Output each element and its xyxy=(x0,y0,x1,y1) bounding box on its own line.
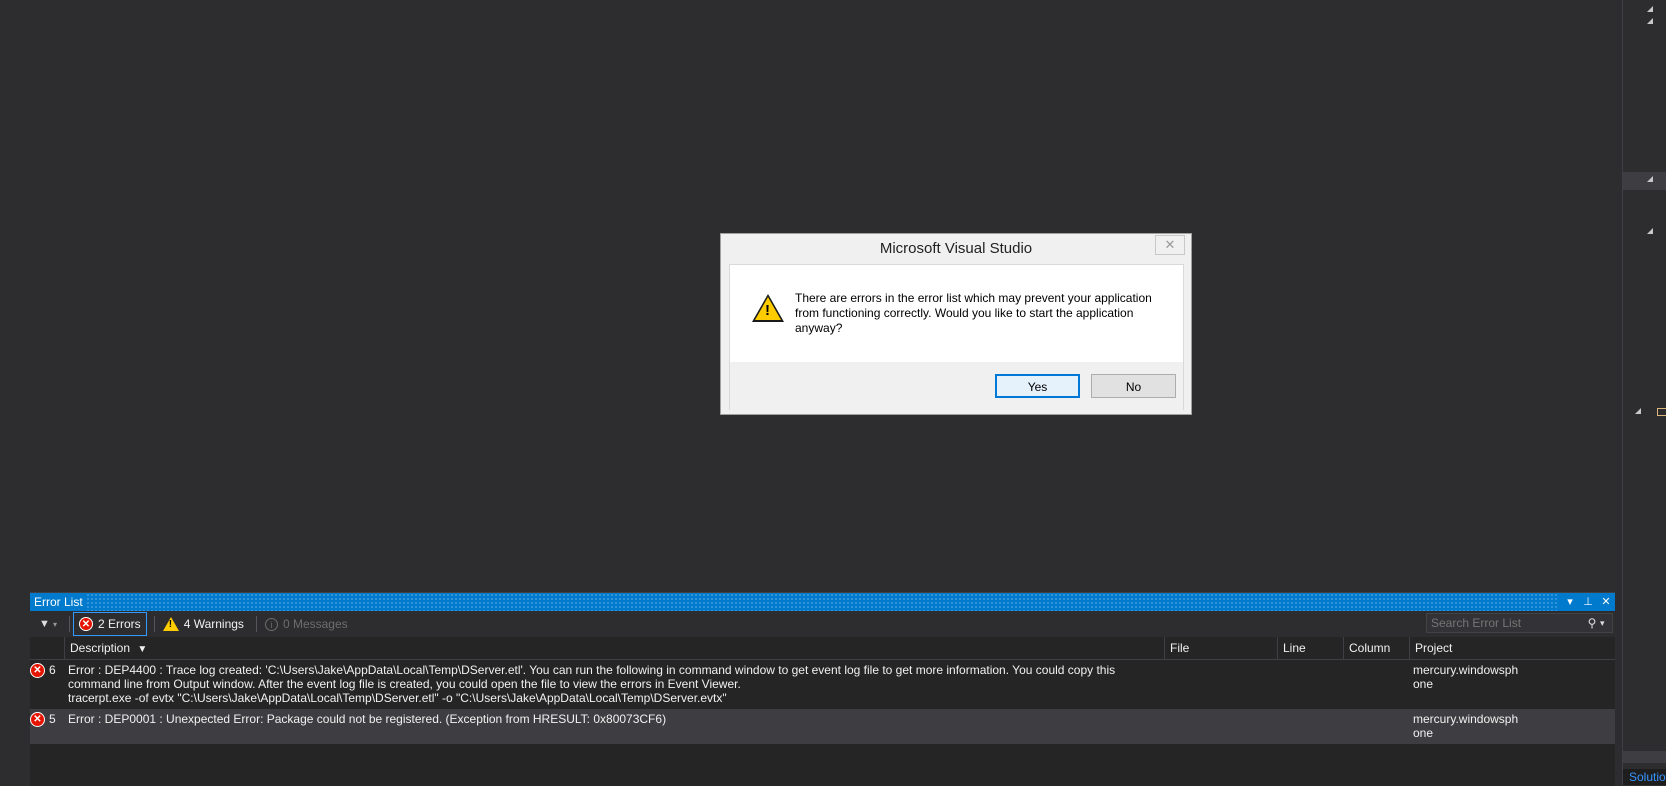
close-button[interactable]: ✕ xyxy=(1155,235,1185,255)
table-header: Description ▼ File Line Column Project xyxy=(30,637,1615,660)
close-icon[interactable]: ✕ xyxy=(1599,593,1613,611)
solution-explorer-edge: Solutio xyxy=(1622,0,1666,785)
chevron-down-icon: ▾ xyxy=(52,619,57,629)
header-icon-column xyxy=(30,637,64,659)
row-project: mercury.windowsphone xyxy=(1413,712,1519,740)
row-number: 6 xyxy=(49,663,56,677)
warnings-count-label: 4 Warnings xyxy=(183,617,244,631)
filter-button[interactable]: ▼ ▾ xyxy=(30,613,66,635)
panel-title: Error List xyxy=(30,593,87,611)
collapse-arrow-icon[interactable] xyxy=(1647,6,1653,12)
error-icon: ✕ xyxy=(30,712,45,727)
message-dialog: Microsoft Visual Studio ✕ ! There are er… xyxy=(720,233,1192,415)
row-column xyxy=(1343,709,1409,744)
column-header-description[interactable]: Description ▼ xyxy=(64,637,1164,659)
info-icon: i xyxy=(264,617,278,631)
row-project: mercury.windowsphone xyxy=(1413,663,1519,691)
warnings-filter-button[interactable]: 4 Warnings xyxy=(158,613,249,635)
row-line xyxy=(1277,660,1343,709)
column-header-file[interactable]: File xyxy=(1164,637,1277,659)
error-list-panel: Error List ▾ ⊥ ✕ ▼▾ ✕ 2 Errors 4 Warning… xyxy=(30,592,1615,786)
selected-tree-row[interactable] xyxy=(1623,172,1666,190)
column-header-project[interactable]: Project xyxy=(1409,637,1615,659)
filter-icon: ▼ xyxy=(39,618,50,630)
collapse-arrow-icon[interactable] xyxy=(1647,176,1653,182)
error-list-title-bar[interactable]: Error List ▾ ⊥ ✕ xyxy=(30,593,1615,611)
chevron-down-icon[interactable]: ▾ xyxy=(1600,618,1612,629)
warning-icon xyxy=(162,617,179,631)
no-button[interactable]: No xyxy=(1091,374,1176,398)
row-description: Error : DEP4400 : Trace log created: 'C:… xyxy=(68,663,1116,705)
separator xyxy=(69,616,70,632)
folder-icon xyxy=(1657,408,1666,416)
row-column xyxy=(1343,660,1409,709)
collapse-arrow-icon[interactable] xyxy=(1635,408,1641,414)
messages-filter-button[interactable]: i 0 Messages xyxy=(260,613,353,635)
collapse-arrow-icon[interactable] xyxy=(1647,228,1653,234)
errors-count-label: 2 Errors xyxy=(98,617,141,631)
horizontal-scrollbar[interactable] xyxy=(1623,751,1666,763)
search-error-list[interactable]: ⚲ ▾ xyxy=(1426,613,1613,633)
table-row[interactable]: ✕ 5 Error : DEP0001 : Unexpected Error: … xyxy=(30,709,1615,744)
search-icon[interactable]: ⚲ xyxy=(1584,616,1600,630)
search-input[interactable] xyxy=(1427,615,1584,631)
dropdown-icon[interactable]: ▾ xyxy=(1563,593,1577,611)
separator xyxy=(255,616,257,632)
dialog-message: There are errors in the error list which… xyxy=(795,291,1152,335)
error-icon: ✕ xyxy=(30,663,45,678)
table-row[interactable]: ✕ 6 Error : DEP4400 : Trace log created:… xyxy=(30,660,1615,709)
separator xyxy=(153,616,155,632)
warning-icon: ! xyxy=(752,294,784,322)
row-line xyxy=(1277,709,1343,744)
dialog-body: ! There are errors in the error list whi… xyxy=(730,265,1183,362)
row-icon-cell: ✕ 6 xyxy=(30,660,64,709)
dialog-footer: Yes No xyxy=(730,362,1183,410)
dialog-content: ! There are errors in the error list whi… xyxy=(729,264,1184,410)
row-icon-cell: ✕ 5 xyxy=(30,709,64,744)
pin-icon[interactable]: ⊥ xyxy=(1581,593,1595,611)
collapse-arrow-icon[interactable] xyxy=(1647,18,1653,24)
errors-filter-button[interactable]: ✕ 2 Errors xyxy=(73,612,147,636)
row-file xyxy=(1164,709,1277,744)
dialog-title: Microsoft Visual Studio xyxy=(879,240,1033,257)
error-icon: ✕ xyxy=(79,617,93,631)
messages-count-label: 0 Messages xyxy=(282,617,348,631)
row-file xyxy=(1164,660,1277,709)
column-header-column[interactable]: Column xyxy=(1343,637,1409,659)
yes-button[interactable]: Yes xyxy=(995,374,1080,398)
row-description: Error : DEP0001 : Unexpected Error: Pack… xyxy=(68,712,667,726)
error-list-toolbar: ▼▾ ✕ 2 Errors 4 Warnings i 0 Messages ⚲ … xyxy=(30,611,1615,637)
sort-arrow-icon: ▼ xyxy=(137,644,148,655)
row-number: 5 xyxy=(49,712,56,726)
column-header-line[interactable]: Line xyxy=(1277,637,1343,659)
tab-solution-explorer[interactable]: Solutio xyxy=(1623,769,1666,785)
